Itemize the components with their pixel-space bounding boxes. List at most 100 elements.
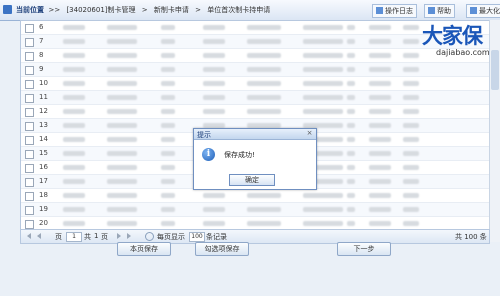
blurred-cell: [203, 81, 225, 86]
blurred-cell: [347, 193, 355, 198]
breadcrumb-item[interactable]: 新制卡申请: [154, 6, 189, 14]
row-checkbox[interactable]: [25, 206, 34, 215]
blurred-cell: [63, 179, 85, 184]
blurred-cell: [247, 221, 281, 226]
row-number: 14: [39, 135, 48, 143]
table-row[interactable]: 19: [21, 203, 489, 217]
blurred-cell: [63, 109, 85, 114]
blurred-cell: [161, 81, 175, 86]
blurred-cell: [369, 67, 391, 72]
table-row[interactable]: 7: [21, 35, 489, 49]
blurred-cell: [347, 53, 355, 58]
first-page-icon[interactable]: [27, 233, 31, 239]
blurred-cell: [107, 39, 137, 44]
table-row[interactable]: 18: [21, 189, 489, 203]
row-number: 8: [39, 51, 44, 59]
row-checkbox[interactable]: [25, 52, 34, 61]
blurred-cell: [369, 95, 391, 100]
blurred-cell: [303, 39, 343, 44]
blurred-cell: [203, 207, 225, 212]
blurred-cell: [403, 221, 419, 226]
blurred-cell: [369, 151, 391, 156]
operation-log-button[interactable]: 操作日志: [372, 4, 417, 18]
row-checkbox[interactable]: [25, 122, 34, 131]
help-button[interactable]: 帮助: [424, 4, 455, 18]
row-checkbox[interactable]: [25, 220, 34, 229]
record-count: 共 100 条: [455, 233, 487, 241]
row-number: 10: [39, 79, 48, 87]
table-row[interactable]: 9: [21, 63, 489, 77]
blurred-cell: [303, 109, 343, 114]
close-icon[interactable]: ×: [306, 130, 313, 137]
row-checkbox[interactable]: [25, 94, 34, 103]
blurred-cell: [247, 81, 281, 86]
page-number-input[interactable]: 1: [66, 232, 82, 242]
maximize-icon: [470, 7, 477, 14]
blurred-cell: [247, 109, 281, 114]
dialog-title: 提示: [197, 131, 211, 139]
blurred-cell: [347, 151, 355, 156]
table-row[interactable]: 6: [21, 21, 489, 35]
blurred-cell: [107, 179, 137, 184]
blurred-cell: [107, 193, 137, 198]
row-checkbox[interactable]: [25, 164, 34, 173]
row-checkbox[interactable]: [25, 38, 34, 47]
next-page-icon[interactable]: [117, 233, 121, 239]
row-number: 16: [39, 163, 48, 171]
prev-page-icon[interactable]: [37, 233, 41, 239]
blurred-cell: [203, 25, 225, 30]
blurred-cell: [247, 95, 281, 100]
table-row[interactable]: 10: [21, 77, 489, 91]
breadcrumb-item[interactable]: [34020601]制卡管理: [66, 6, 135, 14]
blurred-cell: [63, 67, 85, 72]
blurred-cell: [347, 39, 355, 44]
blurred-cell: [107, 53, 137, 58]
blurred-cell: [63, 81, 85, 86]
row-checkbox[interactable]: [25, 108, 34, 117]
blurred-cell: [247, 193, 281, 198]
ok-button[interactable]: 确定: [229, 174, 275, 186]
blurred-cell: [63, 53, 85, 58]
blurred-cell: [303, 67, 343, 72]
refresh-icon[interactable]: [145, 232, 154, 241]
blurred-cell: [107, 81, 137, 86]
blurred-cell: [369, 123, 391, 128]
row-checkbox[interactable]: [25, 24, 34, 33]
row-checkbox[interactable]: [25, 80, 34, 89]
per-page-input[interactable]: 100: [189, 232, 205, 242]
row-checkbox[interactable]: [25, 136, 34, 145]
table-row[interactable]: 11: [21, 91, 489, 105]
top-bar: 当前位置 >> [34020601]制卡管理 > 新制卡申请 > 单位首次制卡持…: [0, 0, 500, 21]
save-page-button[interactable]: 本页保存: [117, 242, 171, 256]
blurred-cell: [161, 193, 175, 198]
row-checkbox[interactable]: [25, 178, 34, 187]
blurred-cell: [63, 39, 85, 44]
row-checkbox[interactable]: [25, 66, 34, 75]
table-row[interactable]: 12: [21, 105, 489, 119]
row-checkbox[interactable]: [25, 150, 34, 159]
blurred-cell: [403, 25, 419, 30]
blurred-cell: [303, 53, 343, 58]
blurred-cell: [107, 123, 137, 128]
maximize-button[interactable]: 最大化: [466, 4, 500, 18]
row-checkbox[interactable]: [25, 192, 34, 201]
blurred-cell: [403, 179, 419, 184]
blurred-cell: [107, 67, 137, 72]
blurred-cell: [369, 109, 391, 114]
blurred-cell: [347, 95, 355, 100]
blurred-cell: [63, 137, 85, 142]
blurred-cell: [303, 193, 343, 198]
breadcrumb-item[interactable]: 单位首次制卡持申请: [207, 6, 270, 14]
save-checked-button[interactable]: 勾选项保存: [195, 242, 249, 256]
last-page-icon[interactable]: [127, 233, 131, 239]
blurred-cell: [347, 207, 355, 212]
blurred-cell: [247, 67, 281, 72]
blurred-cell: [161, 137, 175, 142]
blurred-cell: [347, 137, 355, 142]
blurred-cell: [303, 207, 343, 212]
dajiabao-logo: 大家保 dajiabao.com: [422, 24, 490, 57]
blurred-cell: [403, 109, 419, 114]
blurred-cell: [161, 39, 175, 44]
next-step-button[interactable]: 下一步: [337, 242, 391, 256]
table-row[interactable]: 8: [21, 49, 489, 63]
